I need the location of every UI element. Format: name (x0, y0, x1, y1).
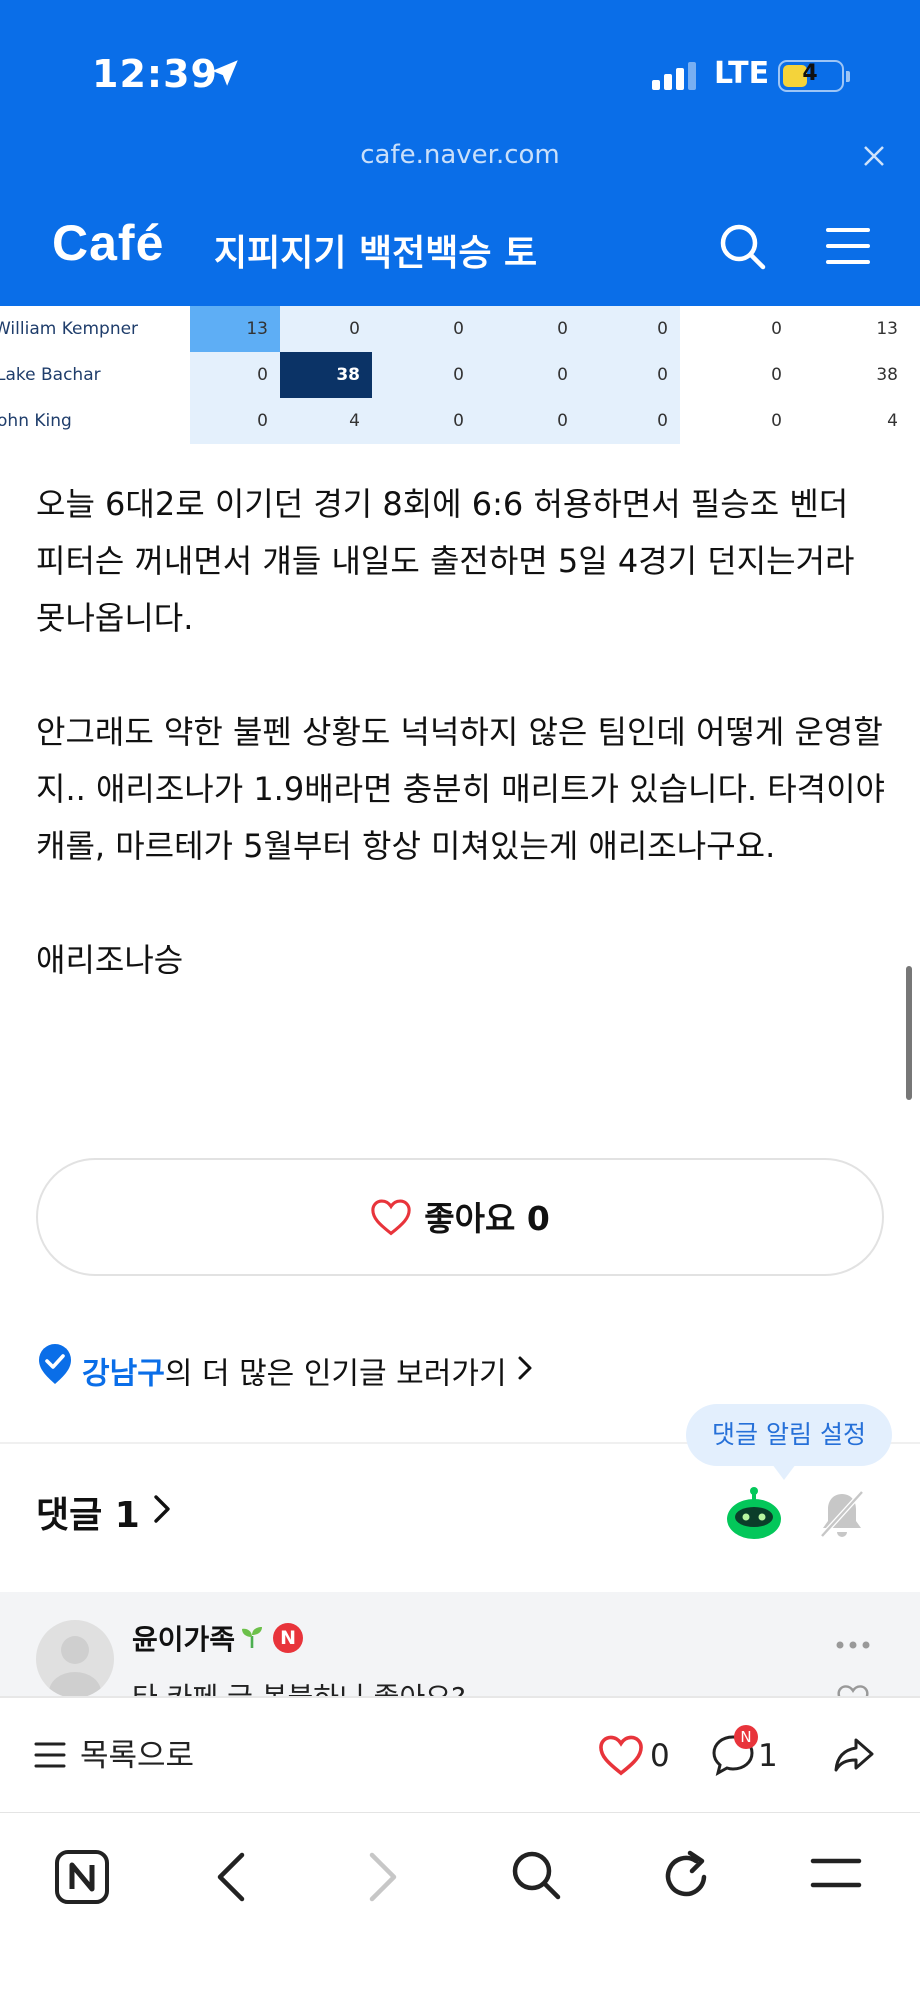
share-icon[interactable] (830, 1732, 878, 1784)
table-cell: 13 (876, 319, 898, 339)
comment-author[interactable]: 윤이가족 N (132, 1618, 304, 1658)
stats-table: William Kempner 13 0 0 0 0 0 13 Lake Bac… (0, 306, 920, 444)
battery-level: 4 (802, 61, 818, 86)
top-header-area: 12:39 LTE 4 cafe.naver.com Café 지피지기 백전백… (0, 0, 920, 306)
table-cell: 0 (580, 352, 680, 398)
toolbar-like-button[interactable]: 0 (598, 1730, 670, 1782)
table-cell: 38 (876, 365, 898, 385)
comments-header[interactable]: 댓글 1 (36, 1488, 172, 1544)
article-body: 오늘 6대2로 이기던 경기 8회에 6:6 허용하면서 필승조 벤더 피터슨 … (36, 476, 886, 989)
scrollbar[interactable] (906, 966, 912, 1100)
status-bar: 12:39 LTE 4 (0, 52, 920, 100)
like-label: 좋아요 (424, 1199, 516, 1238)
player-name: William Kempner (0, 319, 139, 339)
verified-badge-icon (36, 1343, 74, 1401)
forward-icon (366, 1851, 400, 1907)
comment-alert-tooltip[interactable]: 댓글 알림 설정 (686, 1404, 892, 1480)
popular-posts-link[interactable]: 강남구의 더 많은 인기글 보러가기 (36, 1344, 533, 1397)
status-time: 12:39 (92, 52, 218, 96)
table-cell: 0 (372, 352, 476, 398)
location-arrow-icon (208, 56, 242, 94)
toolbar-like-count: 0 (650, 1738, 670, 1774)
table-cell: 0 (771, 411, 782, 431)
table-cell: 0 (476, 398, 580, 444)
more-icon[interactable] (836, 1634, 870, 1653)
toolbar-comment-count: 1 (758, 1738, 778, 1774)
table-cell: 0 (771, 319, 782, 339)
toolbar-comment-button[interactable]: N 1 (710, 1724, 778, 1782)
close-icon[interactable] (862, 144, 886, 175)
comment-new-badge: N (734, 1724, 758, 1749)
chevron-right-icon (152, 1486, 172, 1542)
article-paragraph: 애리조나승 (36, 941, 184, 979)
table-cell: 0 (372, 306, 476, 352)
table-cell: 0 (190, 398, 280, 444)
article-toolbar: 목록으로 0 N 1 (0, 1696, 920, 1812)
menu-icon[interactable] (826, 226, 870, 270)
list-label: 목록으로 (80, 1738, 195, 1774)
comment-list: 윤이가족 N 타 카페 글 복붙하니 좋아요? (0, 1592, 920, 1696)
reload-icon[interactable] (662, 1849, 712, 1905)
list-button[interactable]: 목록으로 (34, 1730, 194, 1782)
new-badge: N (273, 1623, 304, 1653)
sprout-icon (241, 1623, 263, 1656)
comment-author-name: 윤이가족 (132, 1623, 236, 1656)
popular-suffix: 의 더 많은 인기글 보러가기 (164, 1356, 507, 1392)
table-cell: 0 (580, 306, 680, 352)
table-cell: 0 (580, 398, 680, 444)
naver-home-icon[interactable] (54, 1849, 110, 1909)
table-cell: 0 (476, 306, 580, 352)
menu-icon[interactable] (810, 1857, 862, 1893)
player-name: Lake Bachar (0, 365, 101, 385)
cafe-header: Café 지피지기 백전백승 토 (0, 188, 920, 306)
browser-toolbar (0, 1812, 920, 2000)
cafe-title[interactable]: 지피지기 백전백승 토 (214, 224, 537, 276)
table-row: John King 0 4 0 0 0 0 4 (0, 398, 920, 444)
table-cell: 0 (476, 352, 580, 398)
article-paragraph: 안그래도 약한 불펜 상황도 넉넉하지 않은 팀인데 어떻게 운영할지.. 애리… (36, 713, 885, 865)
network-label: LTE (714, 56, 770, 91)
table-cell: 0 (190, 352, 280, 398)
comment-icon: N (710, 1724, 758, 1779)
table-cell: 0 (280, 306, 372, 352)
list-icon (34, 1742, 66, 1767)
like-count: 0 (526, 1199, 550, 1238)
comments-label: 댓글 (36, 1495, 103, 1536)
cafe-logo[interactable]: Café (52, 214, 164, 272)
robot-icon[interactable] (724, 1486, 784, 1546)
url-domain: cafe.naver.com (360, 140, 560, 170)
table-row: Lake Bachar 0 38 0 0 0 0 38 (0, 352, 920, 398)
url-bar[interactable]: cafe.naver.com (0, 140, 920, 184)
heart-icon (599, 1735, 643, 1775)
battery-icon: 4 (778, 60, 850, 92)
comment-like-icon[interactable] (836, 1684, 870, 1696)
table-cell: 4 (887, 411, 898, 431)
comment-text: 타 카페 글 복붙하니 좋아요? (132, 1676, 466, 1696)
signal-icon (652, 62, 700, 94)
article-paragraph: 오늘 6대2로 이기던 경기 8회에 6:6 허용하면서 필승조 벤더 피터슨 … (36, 485, 855, 637)
table-row: William Kempner 13 0 0 0 0 0 13 (0, 306, 920, 352)
player-name: John King (0, 411, 72, 431)
search-icon[interactable] (718, 222, 768, 276)
table-cell: 4 (280, 398, 372, 444)
table-cell: 0 (771, 365, 782, 385)
table-cell: 38 (280, 352, 372, 398)
popular-location: 강남구 (82, 1356, 165, 1392)
back-icon[interactable] (214, 1851, 248, 1907)
heart-icon (371, 1199, 411, 1235)
avatar[interactable] (36, 1620, 114, 1696)
table-cell: 0 (372, 398, 476, 444)
search-icon[interactable] (510, 1849, 562, 1905)
bell-off-icon[interactable] (816, 1488, 868, 1544)
comments-count: 1 (114, 1495, 140, 1536)
tooltip-text: 댓글 알림 설정 (712, 1420, 866, 1449)
chevron-right-icon (517, 1347, 533, 1397)
table-cell: 13 (190, 306, 280, 352)
like-button[interactable]: 좋아요 0 (36, 1158, 884, 1276)
